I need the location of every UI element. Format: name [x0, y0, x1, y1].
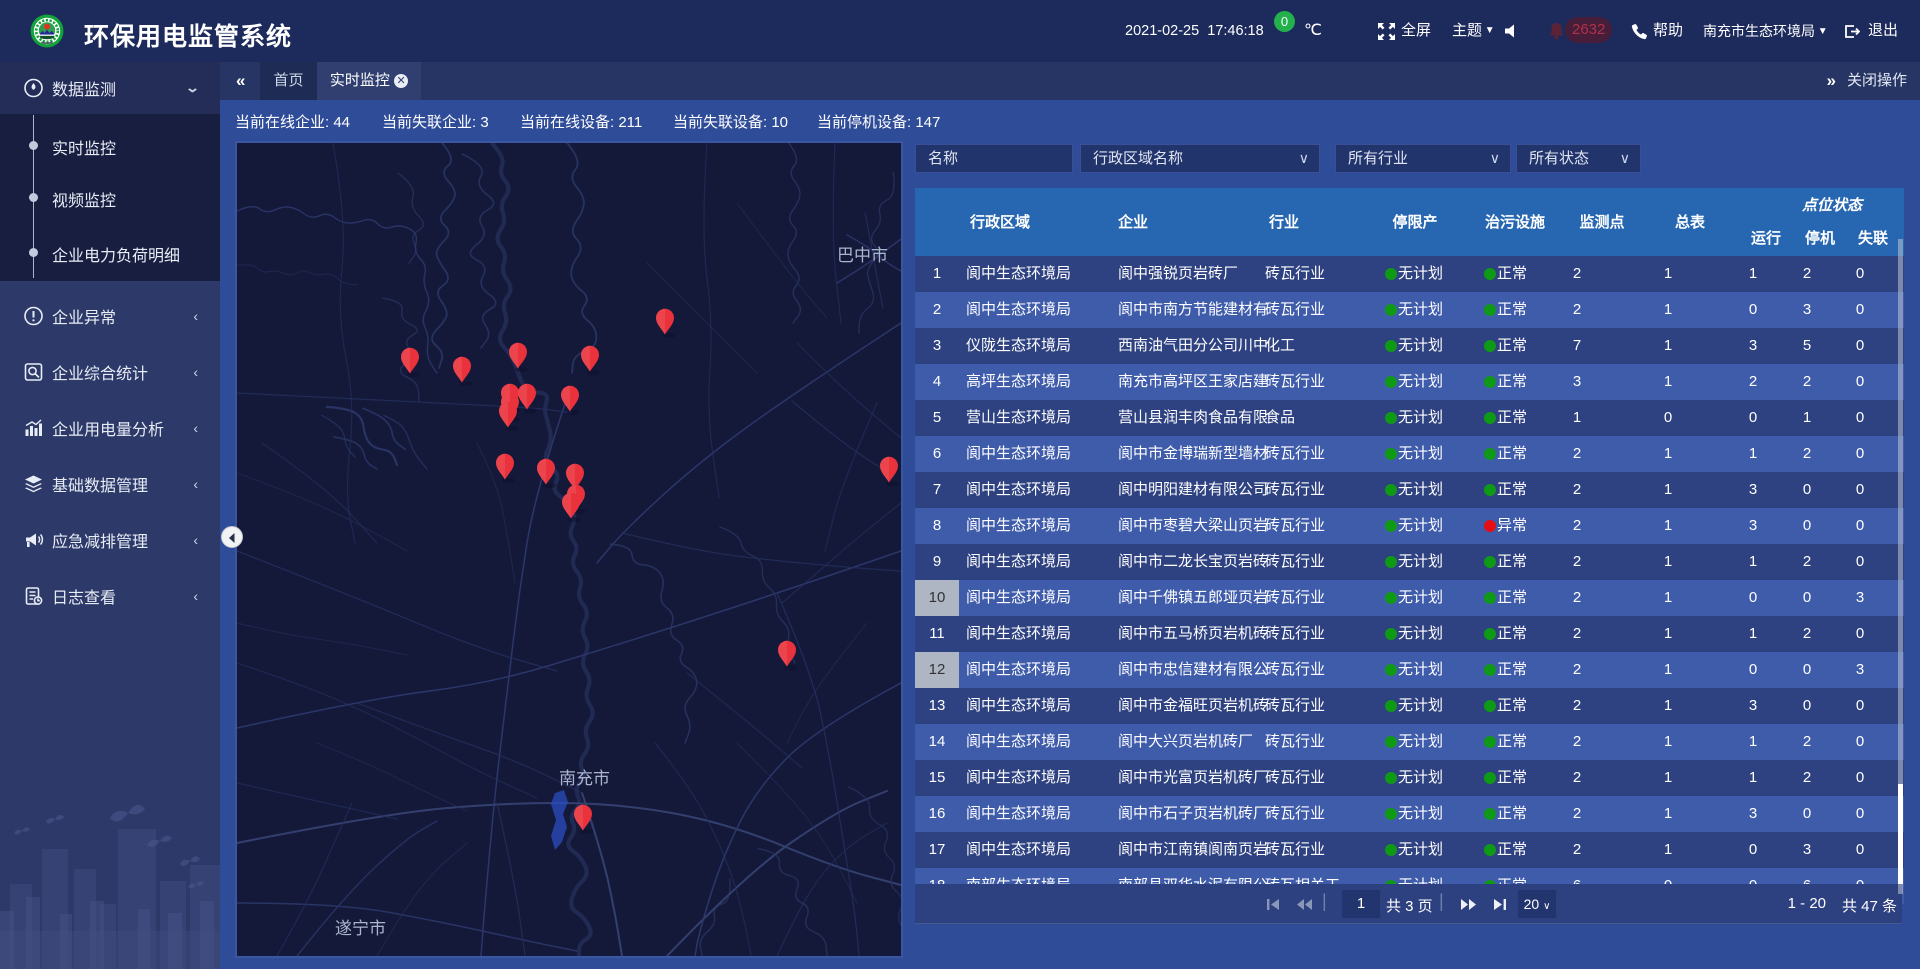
svg-text:南充市: 南充市: [559, 769, 610, 788]
svg-text:巴中市: 巴中市: [837, 246, 888, 265]
svg-text:遂宁市: 遂宁市: [335, 919, 386, 938]
